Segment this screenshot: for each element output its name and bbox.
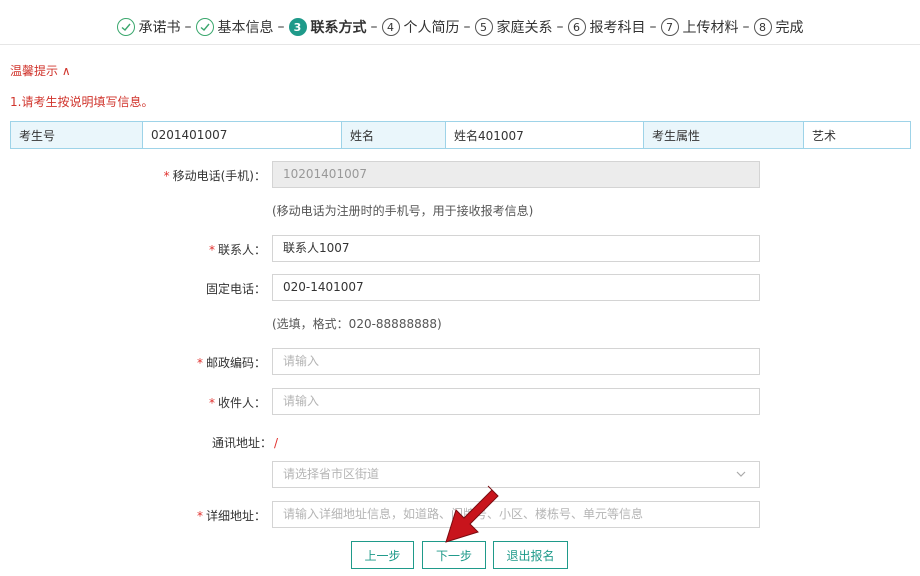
step-5: 5 家庭关系 — [474, 17, 553, 37]
required-mark: * — [208, 243, 215, 257]
phone-label: 固定电话： — [205, 282, 266, 296]
address-slash: / — [274, 436, 279, 450]
applicant-info-table: 考生号 0201401007 姓名 姓名401007 考生属性 艺术 — [10, 121, 911, 149]
required-mark: * — [208, 396, 215, 410]
exam-no-label: 考生号 — [10, 121, 143, 149]
step-separator: – — [742, 19, 750, 35]
step-number: 7 — [660, 18, 679, 36]
tips-toggle[interactable]: 温馨提示 ∧ — [10, 62, 71, 79]
detail-label: * 详细地址： — [197, 507, 266, 524]
receiver-label: * 收件人： — [209, 394, 266, 411]
contact-input[interactable]: 联系人1007 — [272, 235, 760, 262]
receiver-label-text: 收件人： — [217, 396, 266, 410]
region-select-placeholder: 请选择省市区街道 — [283, 467, 380, 481]
zip-label-text: 邮政编码： — [205, 356, 266, 370]
arrow-pointer-icon — [445, 485, 499, 543]
detail-input[interactable]: 请输入详细地址信息，如道路、门牌号、小区、楼栋号、单元等信息 — [272, 501, 760, 528]
step-number: 6 — [567, 18, 586, 36]
prev-button[interactable]: 上一步 — [351, 541, 414, 569]
step-7: 7 上传材料 — [660, 17, 739, 37]
required-mark: * — [196, 509, 203, 523]
address-label-text: 通讯地址： — [212, 436, 273, 450]
phone-hint: (选填，格式：020-88888888) — [272, 317, 442, 331]
attr-value: 艺术 — [803, 121, 911, 149]
attr-label: 考生属性 — [643, 121, 804, 149]
step-separator: – — [277, 19, 285, 35]
detail-label-text: 详细地址： — [205, 509, 266, 523]
step-number: 8 — [753, 18, 772, 36]
receiver-input[interactable]: 请输入 — [272, 388, 760, 415]
tip-text: 1.请考生按说明填写信息。 — [10, 95, 154, 109]
contact-label-text: 联系人： — [217, 243, 266, 257]
step-separator: – — [463, 19, 471, 35]
step-1: 承诺书 — [116, 17, 181, 37]
step-separator: – — [370, 19, 378, 35]
step-8: 8 完成 — [753, 17, 804, 37]
exam-no-value: 0201401007 — [142, 121, 342, 149]
step-progress: 承诺书 – 基本信息 – 3 联系方式 – 4 个人简历 – 5 家庭关系 – … — [0, 14, 920, 40]
step-6: 6 报考科目 — [567, 17, 646, 37]
mobile-label: * 移动电话(手机)： — [164, 167, 266, 184]
name-label: 姓名 — [341, 121, 446, 149]
check-icon — [195, 18, 214, 36]
step-number: 4 — [381, 18, 400, 36]
step-label: 上传材料 — [682, 20, 739, 36]
step-separator: – — [184, 19, 192, 35]
mobile-hint: (移动电话为注册时的手机号，用于接收报考信息) — [272, 204, 534, 218]
required-mark: * — [196, 356, 203, 370]
mobile-label-text: 移动电话(手机)： — [172, 169, 266, 183]
step-separator: – — [556, 19, 564, 35]
chevron-down-icon — [736, 471, 746, 477]
mobile-input: 10201401007 — [272, 161, 760, 188]
zip-input[interactable]: 请输入 — [272, 348, 760, 375]
step-label: 报考科目 — [589, 20, 646, 36]
step-label: 个人简历 — [403, 20, 460, 36]
address-label: 通讯地址： / — [212, 434, 278, 451]
table-row: 考生号 0201401007 姓名 姓名401007 考生属性 艺术 — [10, 121, 911, 149]
step-number: 3 — [288, 18, 307, 36]
step-label: 承诺书 — [138, 20, 181, 36]
name-value: 姓名401007 — [445, 121, 644, 149]
required-mark: * — [163, 169, 170, 183]
phone-input[interactable]: 020-1401007 — [272, 274, 760, 301]
step-separator: – — [649, 19, 657, 35]
step-2: 基本信息 — [195, 17, 274, 37]
region-select[interactable]: 请选择省市区街道 — [272, 461, 760, 488]
check-icon — [116, 18, 135, 36]
step-label: 联系方式 — [310, 20, 367, 36]
step-label: 家庭关系 — [496, 20, 553, 36]
step-number: 5 — [474, 18, 493, 36]
step-3: 3 联系方式 — [288, 17, 367, 37]
contact-label: * 联系人： — [209, 241, 266, 258]
step-label: 完成 — [775, 20, 804, 36]
step-4: 4 个人简历 — [381, 17, 460, 37]
zip-label: * 邮政编码： — [197, 354, 266, 371]
step-label: 基本信息 — [217, 20, 274, 36]
divider — [0, 44, 920, 45]
